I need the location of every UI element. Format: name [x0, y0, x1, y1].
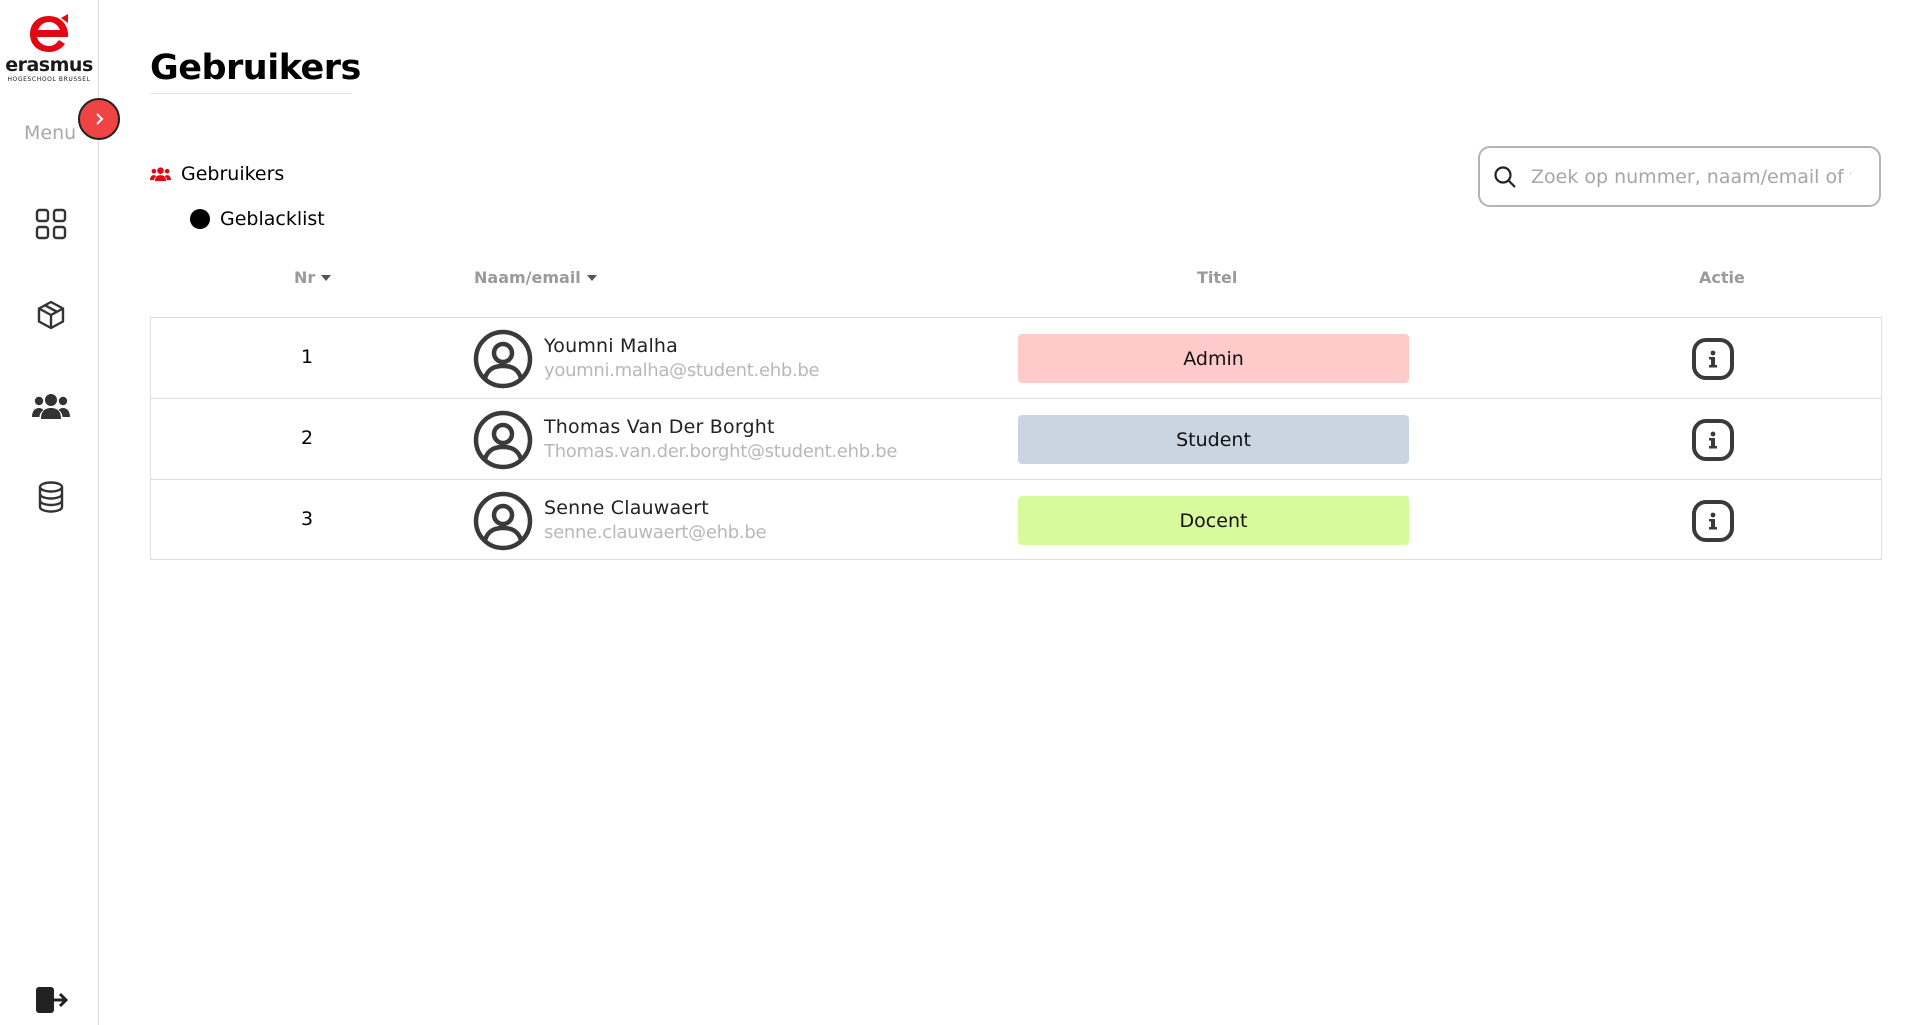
title-divider: [150, 93, 352, 94]
sort-caret-icon[interactable]: [586, 274, 597, 281]
search-input[interactable]: [1531, 165, 1851, 188]
tab-blacklist[interactable]: Geblacklist: [190, 208, 325, 230]
header-action-label: Actie: [1699, 268, 1745, 287]
title-badge: Docent: [1018, 496, 1409, 545]
header-nr-label: Nr: [294, 268, 316, 287]
user-name: Youmni Malha: [544, 335, 679, 357]
sidebar-item-database[interactable]: [30, 476, 72, 518]
search-box: [1478, 146, 1881, 207]
bullet-dot-icon: [190, 209, 210, 229]
box-icon: [37, 300, 65, 330]
sidebar: erasmus HOGESCHOOL BRUSSEL Menu: [0, 0, 99, 1025]
sidebar-item-products[interactable]: [30, 294, 72, 336]
sidebar-item-dashboard[interactable]: [30, 203, 72, 245]
table-row: 2 Thomas Van Der Borght Thomas.van.der.b…: [151, 398, 1881, 478]
user-email: senne.clauwaert@ehb.be: [544, 522, 767, 543]
erasmus-logo[interactable]: erasmus HOGESCHOOL BRUSSEL: [2, 14, 96, 86]
user-name: Thomas Van Der Borght: [544, 416, 775, 438]
info-button[interactable]: [1692, 338, 1734, 380]
info-icon: [1709, 431, 1717, 449]
users-table: 1 Youmni Malha youmni.malha@student.ehb.…: [150, 317, 1882, 560]
info-button[interactable]: [1692, 500, 1734, 542]
brand-name: erasmus: [5, 54, 93, 76]
user-email: youmni.malha@student.ehb.be: [544, 360, 820, 381]
row-nr: 2: [300, 427, 314, 449]
users-icon: [150, 167, 171, 182]
info-icon: [1709, 512, 1717, 530]
sidebar-item-users[interactable]: [30, 385, 72, 427]
page-title: Gebruikers: [150, 48, 361, 88]
info-button[interactable]: [1692, 419, 1734, 461]
header-title: Titel: [1197, 268, 1237, 287]
erasmus-e-icon: [30, 14, 68, 52]
tab-blacklist-label: Geblacklist: [220, 208, 325, 230]
title-badge: Student: [1018, 415, 1409, 464]
user-avatar-icon: [473, 410, 533, 470]
row-nr: 1: [300, 346, 314, 368]
user-name: Senne Clauwaert: [544, 497, 709, 519]
users-icon: [32, 394, 70, 419]
logout-button[interactable]: [34, 985, 70, 1015]
header-name[interactable]: Naam/email: [474, 268, 597, 287]
title-badge: Admin: [1018, 334, 1409, 383]
header-action: Actie: [1699, 268, 1745, 287]
sort-caret-icon[interactable]: [321, 274, 332, 281]
user-email: Thomas.van.der.borght@student.ehb.be: [544, 441, 898, 462]
logout-icon: [36, 987, 68, 1013]
header-title-label: Titel: [1197, 268, 1238, 287]
menu-label: Menu: [24, 122, 77, 144]
dashboard-grid-icon: [35, 208, 67, 240]
search-icon: [1494, 165, 1516, 188]
chevron-right-icon: [96, 113, 104, 125]
menu-toggle-button[interactable]: [78, 98, 120, 140]
brand-subtitle: HOGESCHOOL BRUSSEL: [7, 76, 91, 83]
user-avatar-icon: [473, 491, 533, 551]
table-row: 1 Youmni Malha youmni.malha@student.ehb.…: [151, 318, 1881, 398]
database-icon: [38, 481, 64, 513]
header-name-label: Naam/email: [474, 268, 581, 287]
row-nr: 3: [300, 508, 314, 530]
info-icon: [1709, 350, 1717, 368]
tab-users-label: Gebruikers: [181, 163, 285, 185]
header-nr[interactable]: Nr: [294, 268, 332, 287]
table-row: 3 Senne Clauwaert senne.clauwaert@ehb.be…: [151, 479, 1881, 559]
user-avatar-icon: [473, 329, 533, 389]
tab-users[interactable]: Gebruikers: [150, 163, 284, 185]
